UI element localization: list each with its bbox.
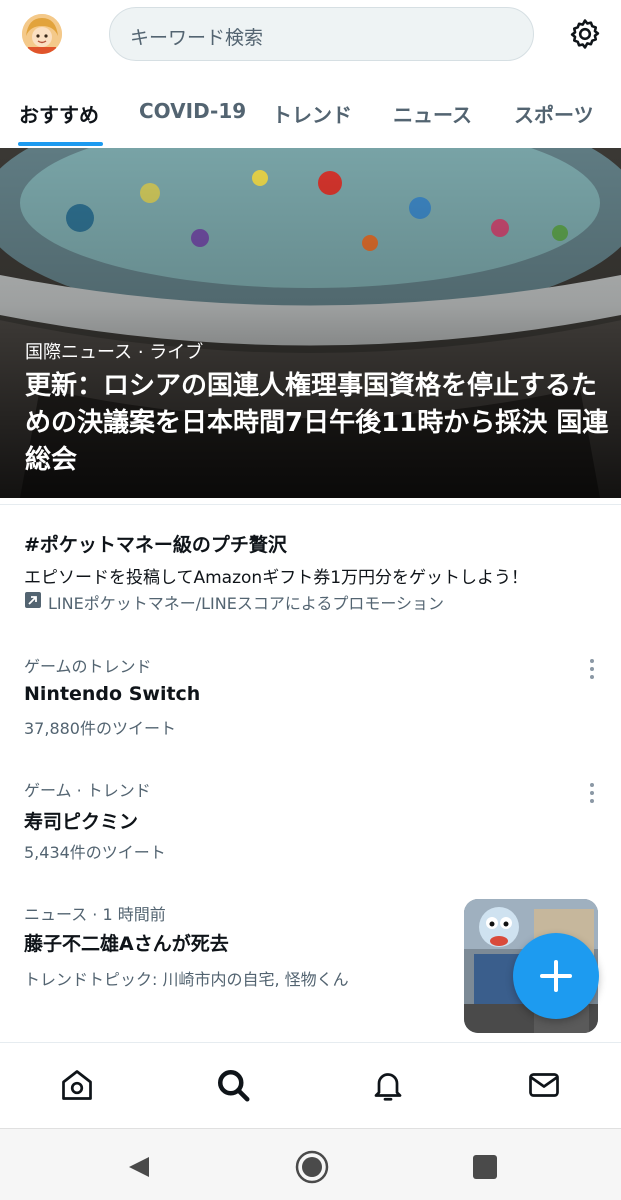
system-navigation-bar bbox=[0, 1128, 621, 1200]
home-icon[interactable] bbox=[59, 1067, 95, 1103]
news-trending-topics: トレンドトピック: 川崎市内の自宅, 怪物くん bbox=[24, 970, 349, 989]
hero-news-card[interactable]: 国際ニュース · ライブ 更新：ロシアの国連人権理事国資格を停止するための決議案… bbox=[0, 148, 621, 498]
trend-category: ゲーム · トレンド bbox=[24, 781, 151, 800]
back-icon[interactable] bbox=[121, 1149, 157, 1185]
trend-name: Nintendo Switch bbox=[24, 683, 201, 705]
tab-news[interactable]: ニュース bbox=[393, 99, 472, 128]
hero-category: 国際ニュース · ライブ bbox=[25, 342, 204, 363]
search-input[interactable]: キーワード検索 bbox=[109, 7, 534, 61]
bottom-navigation bbox=[0, 1042, 621, 1128]
avatar[interactable] bbox=[22, 14, 62, 54]
news-title: 藤子不二雄Aさんが死去 bbox=[24, 933, 229, 955]
trend-name: 寿司ピクミン bbox=[24, 811, 139, 833]
tab-recommended[interactable]: おすすめ bbox=[19, 99, 99, 128]
trend-tweet-count: 5,434件のツイート bbox=[24, 843, 166, 862]
top-header: キーワード検索 bbox=[0, 0, 621, 72]
tab-bar: おすすめ COVID-19 トレンド ニュース スポーツ bbox=[0, 86, 621, 148]
tab-covid19[interactable]: COVID-19 bbox=[139, 99, 246, 123]
promo-sponsor: LINEポケットマネー/LINEスコアによるプロモーション bbox=[48, 594, 445, 613]
trend-category: ゲームのトレンド bbox=[24, 657, 152, 676]
promoted-arrow-icon bbox=[25, 592, 41, 608]
search-placeholder: キーワード検索 bbox=[130, 27, 264, 49]
tab-trends[interactable]: トレンド bbox=[272, 99, 352, 128]
bell-icon[interactable] bbox=[370, 1067, 406, 1103]
hero-headline: 更新：ロシアの国連人権理事国資格を停止するための決議案を日本時間7日午後11時か… bbox=[25, 371, 609, 475]
promo-title: #ポケットマネー級のプチ贅沢 bbox=[24, 534, 287, 556]
more-options-icon[interactable] bbox=[586, 781, 598, 805]
news-meta: ニュース · 1 時間前 bbox=[24, 905, 166, 924]
recents-icon[interactable] bbox=[467, 1149, 503, 1185]
active-tab-indicator bbox=[18, 142, 103, 146]
compose-button[interactable] bbox=[513, 933, 599, 1019]
mail-icon[interactable] bbox=[526, 1067, 562, 1103]
plus-icon bbox=[540, 960, 572, 992]
tab-sports[interactable]: スポーツ bbox=[514, 99, 594, 128]
divider bbox=[0, 504, 621, 505]
gear-icon[interactable] bbox=[568, 17, 602, 51]
promo-description: エピソードを投稿してAmazonギフト券1万円分をゲットしよう！ bbox=[24, 568, 529, 588]
search-icon[interactable] bbox=[215, 1067, 251, 1103]
home-circle-icon[interactable] bbox=[294, 1149, 330, 1185]
more-options-icon[interactable] bbox=[586, 657, 598, 681]
trend-tweet-count: 37,880件のツイート bbox=[24, 719, 176, 738]
